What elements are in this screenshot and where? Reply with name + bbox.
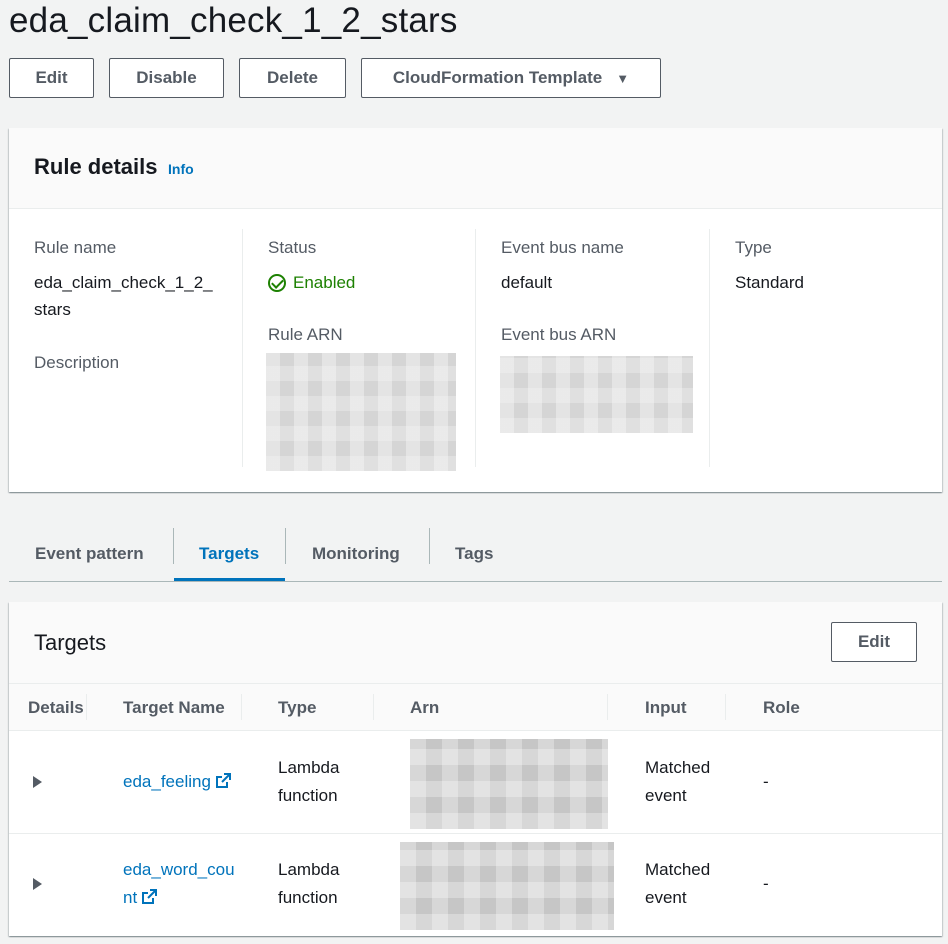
info-link[interactable]: Info: [168, 161, 194, 177]
rule-name-label: Rule name: [34, 238, 117, 257]
rule-name-value-line2: stars: [34, 300, 71, 319]
target-name-link-continued[interactable]: nt: [123, 884, 158, 912]
event-bus-arn-label: Event bus ARN: [501, 325, 617, 344]
delete-button[interactable]: Delete: [239, 58, 346, 98]
expand-row-icon[interactable]: [33, 776, 42, 788]
target-role: -: [763, 874, 769, 893]
target-role: -: [763, 772, 769, 791]
target-input-line1: Matched: [645, 758, 711, 777]
column-resizer[interactable]: [241, 694, 242, 720]
detail-tabs: Event pattern Targets Monitoring Tags: [9, 526, 942, 582]
column-header-type[interactable]: Type: [278, 698, 316, 718]
target-type-line1: Lambda: [278, 860, 340, 879]
status-value: Enabled: [293, 273, 356, 292]
cloudformation-template-button[interactable]: CloudFormation Template ▼: [361, 58, 661, 98]
status-label: Status: [268, 238, 317, 257]
rule-details-panel: Rule details Info Rule name eda_claim_ch…: [9, 128, 942, 492]
rule-details-header: Rule details Info: [9, 128, 942, 209]
type-label: Type: [735, 238, 772, 257]
target-type-line2: function: [278, 888, 338, 907]
tab-separator: [429, 528, 430, 564]
event-bus-name-value: default: [501, 273, 553, 292]
external-link-icon: [215, 773, 231, 788]
tab-separator: [285, 528, 286, 564]
rule-name-value-line1: eda_claim_check_1_2_: [34, 273, 213, 292]
target-name-text: eda_feeling: [123, 772, 211, 791]
targets-heading: Targets: [34, 630, 107, 655]
target-name-link[interactable]: eda_feeling: [123, 768, 231, 796]
target-input-line2: event: [645, 888, 687, 907]
description-label: Description: [34, 353, 120, 372]
column-divider: [709, 229, 710, 467]
check-circle-icon: [268, 274, 286, 292]
cloudformation-template-label: CloudFormation Template: [392, 68, 603, 87]
event-bus-name-label: Event bus name: [501, 238, 624, 257]
column-resizer[interactable]: [86, 694, 87, 720]
column-resizer[interactable]: [607, 694, 608, 720]
type-value: Standard: [735, 273, 804, 292]
column-header-details[interactable]: Details: [28, 698, 84, 718]
external-link-icon: [142, 889, 158, 904]
tab-monitoring[interactable]: Monitoring: [312, 526, 400, 581]
active-tab-indicator: [174, 578, 285, 581]
target-input-line2: event: [645, 786, 687, 805]
disable-button[interactable]: Disable: [109, 58, 224, 98]
column-header-input[interactable]: Input: [645, 698, 687, 718]
table-header: Details Target Name Type Arn Input Role: [9, 683, 942, 731]
target-arn-redacted: [400, 842, 614, 930]
targets-header: Targets Edit: [9, 602, 942, 683]
event-bus-arn-redacted: [500, 356, 693, 433]
rule-arn-redacted: [266, 353, 456, 471]
target-type-line2: function: [278, 786, 338, 805]
column-resizer[interactable]: [725, 694, 726, 720]
target-arn-redacted: [410, 739, 608, 829]
column-resizer[interactable]: [373, 694, 374, 720]
table-row: eda_feeling Lambda function Matched even…: [9, 731, 942, 833]
rule-details-heading: Rule details: [34, 154, 158, 179]
tab-tags[interactable]: Tags: [455, 526, 493, 581]
edit-button[interactable]: Edit: [9, 58, 94, 98]
targets-edit-button[interactable]: Edit: [831, 622, 917, 662]
column-header-target-name[interactable]: Target Name: [123, 698, 225, 718]
tab-event-pattern[interactable]: Event pattern: [35, 526, 144, 581]
target-name-text: nt: [123, 888, 138, 907]
target-name-link[interactable]: eda_word_cou: [123, 856, 235, 884]
tab-separator: [173, 528, 174, 564]
column-divider: [242, 229, 243, 467]
rule-arn-label: Rule ARN: [268, 325, 343, 344]
table-row: eda_word_cou nt Lambda function Matched …: [9, 834, 942, 936]
target-input-line1: Matched: [645, 860, 711, 879]
expand-row-icon[interactable]: [33, 878, 42, 890]
targets-panel: Targets Edit Details Target Name Type Ar…: [9, 602, 942, 936]
status-badge: Enabled: [268, 273, 355, 293]
column-divider: [475, 229, 476, 467]
column-header-arn[interactable]: Arn: [410, 698, 439, 718]
caret-down-icon: ▼: [616, 70, 630, 86]
target-type-line1: Lambda: [278, 758, 340, 777]
tab-targets[interactable]: Targets: [199, 526, 259, 581]
page-title: eda_claim_check_1_2_stars: [9, 1, 458, 40]
column-header-role[interactable]: Role: [763, 698, 800, 718]
